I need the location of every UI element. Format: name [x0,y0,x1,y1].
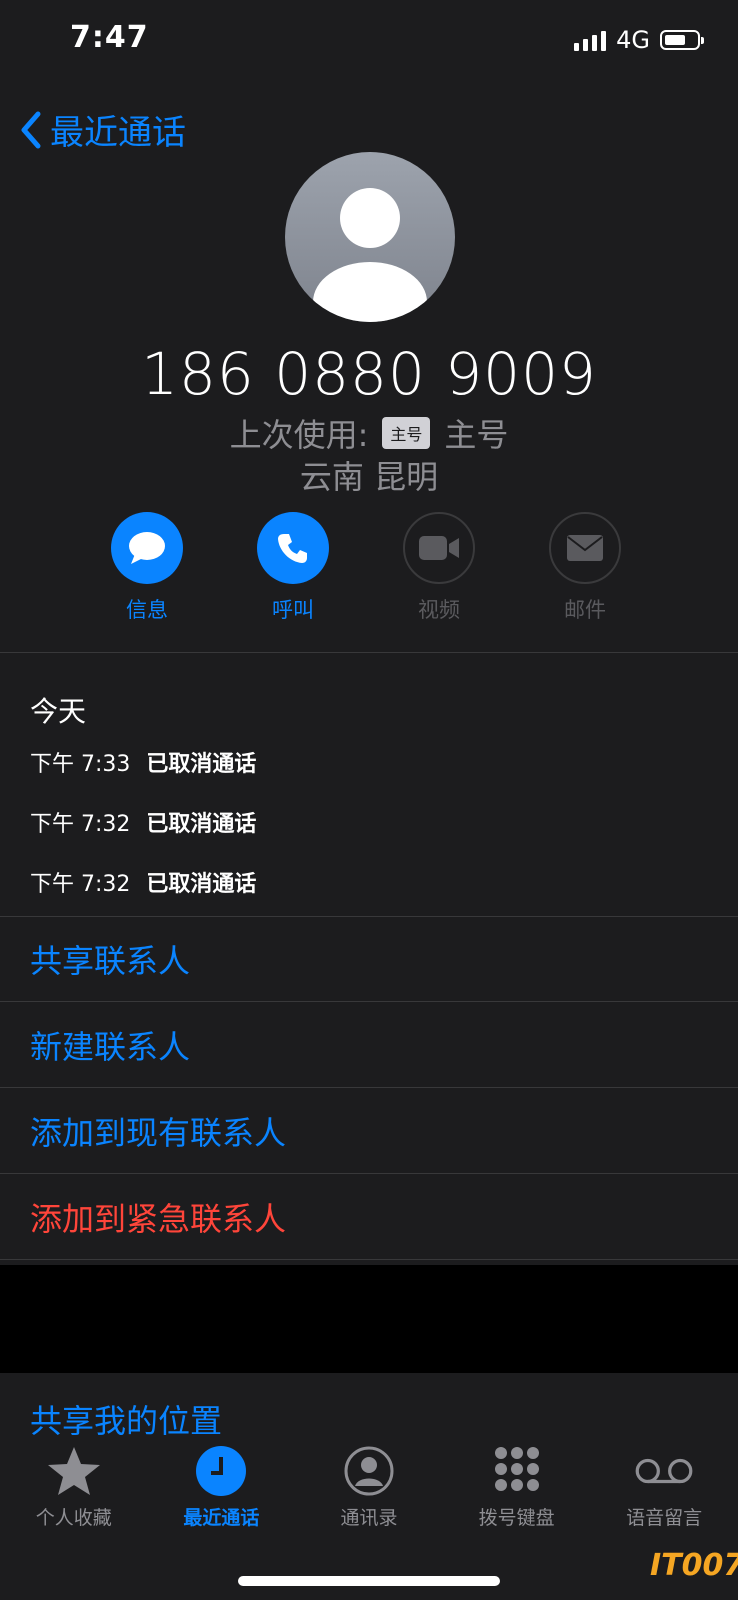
phone-icon [278,534,307,563]
tab-label: 最近通话 [183,1507,260,1529]
add-to-existing-contact-button[interactable]: 添加到现有联系人 [0,1088,738,1174]
avatar-head [340,188,400,248]
avatar-body [313,262,427,322]
mail-label: 邮件 [564,598,606,622]
tab-label: 语音留言 [626,1507,703,1529]
contact-menu: 共享联系人 新建联系人 添加到现有联系人 添加到紧急联系人 [0,916,738,1260]
recent-calls: 今天 下午 7:33 已取消通话 下午 7:32 已取消通话 下午 7:32 已… [30,690,710,926]
back-label: 最近通话 [50,113,186,153]
contacts-icon [339,1445,399,1497]
last-used-prefix: 上次使用: [229,416,369,454]
mail-button[interactable]: 邮件 [548,512,622,624]
calls-date: 今天 [30,695,87,728]
sim-name: 主号 [444,416,509,454]
share-location-button[interactable]: 共享我的位置 [30,1396,222,1442]
call-label: 呼叫 [272,598,314,622]
home-indicator[interactable] [238,1576,500,1586]
video-button[interactable]: 视频 [402,512,476,624]
phone-location: 云南 昆明 [299,458,439,496]
mail-button-circle [549,512,621,584]
new-contact-button[interactable]: 新建联系人 [0,1002,738,1088]
add-to-emergency-contact-button[interactable]: 添加到紧急联系人 [0,1174,738,1260]
call-status: 已取消通话 [146,752,257,777]
call-button-circle [257,512,329,584]
call-button[interactable]: 呼叫 [256,512,330,624]
phone-number: 186 0880 9009 [141,340,597,408]
tab-contacts[interactable]: 通讯录 [295,1445,443,1545]
status-time: 7:47 [70,20,149,55]
message-label: 信息 [126,598,168,622]
tab-bar: 个人收藏 最近通话 通讯录 拨号键盘 语音留言 [0,1445,738,1545]
tab-favorites[interactable]: 个人收藏 [0,1445,148,1545]
call-time: 下午 7:32 [30,872,131,897]
call-entry: 下午 7:33 已取消通话 [30,746,710,806]
signal-icon [574,29,607,51]
message-button[interactable]: 信息 [110,512,184,624]
star-icon [44,1445,104,1497]
message-button-circle [111,512,183,584]
tab-label: 个人收藏 [35,1507,112,1529]
avatar [285,152,455,322]
call-status: 已取消通话 [146,812,257,837]
keypad-icon [487,1445,547,1497]
video-label: 视频 [418,598,460,622]
tab-label: 通讯录 [340,1507,398,1529]
watermark-logo: IT007 [650,1548,738,1583]
call-time: 下午 7:32 [30,812,131,837]
action-buttons: 信息 呼叫 视频 邮件 [110,512,622,624]
back-button[interactable]: 最近通话 [18,105,186,154]
video-icon [419,536,459,560]
video-button-circle [403,512,475,584]
battery-icon [660,30,704,50]
divider [0,652,738,653]
status-indicators: 4G [574,26,704,54]
clock-icon [191,1445,251,1497]
network-type: 4G [616,26,650,54]
call-time: 下午 7:33 [30,752,131,777]
status-bar: 7:47 4G [0,0,738,80]
tab-keypad[interactable]: 拨号键盘 [443,1445,591,1545]
tab-label: 拨号键盘 [478,1507,555,1529]
message-icon [129,532,165,564]
tab-recents[interactable]: 最近通话 [148,1445,296,1545]
mail-icon [567,535,603,561]
call-status: 已取消通话 [146,872,257,897]
tab-voicemail[interactable]: 语音留言 [590,1445,738,1545]
section-gap [0,1265,738,1373]
voicemail-icon [634,1445,694,1497]
chevron-left-icon [21,111,41,148]
call-entry: 下午 7:32 已取消通话 [30,806,710,866]
last-used-line: 上次使用: 主号 主号 [0,410,738,456]
share-contact-button[interactable]: 共享联系人 [0,916,738,1002]
sim-badge: 主号 [382,417,431,449]
